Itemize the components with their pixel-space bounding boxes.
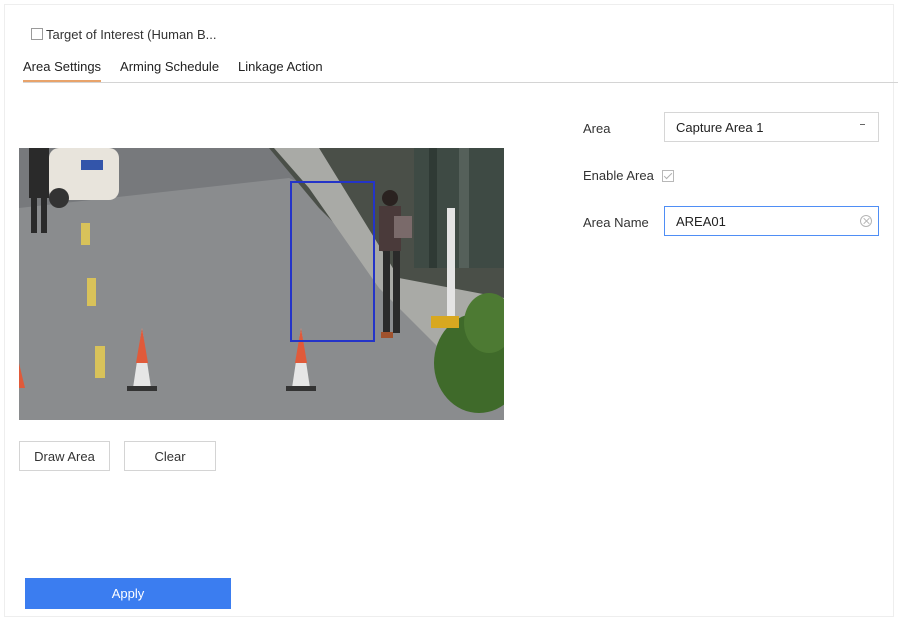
tab-bar: Area Settings Arming Schedule Linkage Ac… <box>23 59 342 82</box>
area-name-value: AREA01 <box>676 213 726 229</box>
tab-arming-schedule[interactable]: Arming Schedule <box>120 59 219 82</box>
tab-linkage-action[interactable]: Linkage Action <box>238 59 323 82</box>
enable-area-label: Enable Area <box>583 168 654 183</box>
apply-button[interactable]: Apply <box>25 578 231 609</box>
clear-button[interactable]: Clear <box>124 441 216 471</box>
enable-area-checkbox[interactable] <box>661 169 674 182</box>
target-of-interest-label: Target of Interest (Human B... <box>46 26 217 42</box>
area-select[interactable]: Capture Area 1 <box>664 112 879 142</box>
area-label: Area <box>583 121 611 136</box>
target-of-interest-option[interactable]: Target of Interest (Human B... <box>31 25 217 43</box>
draw-area-button[interactable]: Draw Area <box>19 441 110 471</box>
tab-area-settings[interactable]: Area Settings <box>23 59 102 82</box>
enable-area-row: Enable Area <box>583 168 677 183</box>
area-name-input[interactable]: AREA01 <box>664 206 879 236</box>
camera-live-view[interactable] <box>19 148 504 420</box>
target-of-interest-checkbox[interactable] <box>31 28 43 40</box>
area-select-value: Capture Area 1 <box>676 119 764 135</box>
area-name-label: Area Name <box>583 215 649 230</box>
chevron-down-icon <box>860 124 865 125</box>
camera-scene <box>19 148 504 420</box>
clear-input-icon[interactable] <box>860 215 872 227</box>
tab-divider <box>23 82 898 83</box>
